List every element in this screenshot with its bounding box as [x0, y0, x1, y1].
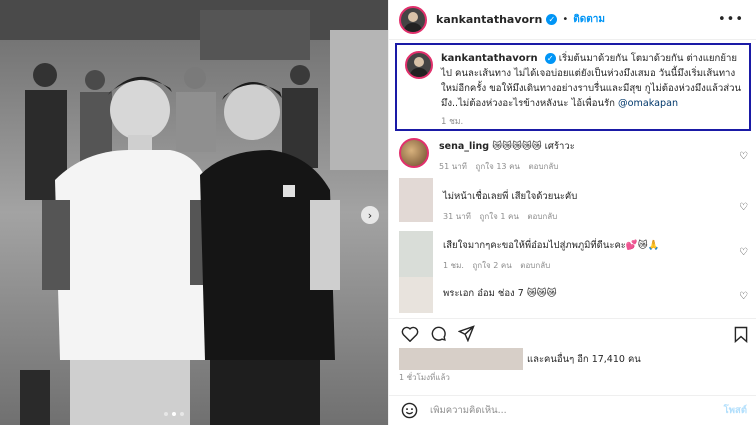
comment-username[interactable]: sena_ling	[439, 141, 489, 152]
follow-button[interactable]: ติดตาม	[573, 12, 605, 27]
comment-likes[interactable]: ถูกใจ 13 คน	[476, 162, 520, 171]
save-button[interactable]	[734, 326, 748, 343]
carousel-dot-active	[172, 412, 176, 416]
likes-summary[interactable]: และคนอื่นๆ อีก 17,410 คน	[399, 348, 641, 370]
post-detail-panel: kankantathavorn ✓ • ติดตาม ••• kankantat…	[388, 0, 756, 425]
comment-item: พระเอก อ๋อม ช่อง 7 😿😿😿 ♡	[389, 277, 756, 317]
comment-time[interactable]: 1 ชม.	[443, 261, 464, 270]
heart-icon[interactable]: ♡	[739, 151, 748, 162]
more-options-icon[interactable]: •••	[718, 12, 744, 27]
comment-list: sena_ling 😿😿😿😿😿 เศร้าวะ 51 นาที ถูกใจ 13…	[389, 138, 756, 317]
bookmark-icon	[734, 326, 748, 343]
post-comment-button[interactable]: โพสต์	[724, 403, 747, 418]
liker-avatars	[399, 348, 523, 370]
comment-likes[interactable]: ถูกใจ 1 คน	[480, 212, 519, 221]
post-photo[interactable]: ›	[0, 0, 388, 425]
heart-icon[interactable]: ♡	[739, 247, 748, 258]
comment-icon	[431, 326, 446, 341]
caption-timestamp[interactable]: 1 ชม.	[441, 115, 743, 130]
likes-count[interactable]: และคนอื่นๆ อีก 17,410 คน	[527, 352, 641, 367]
verified-badge-icon: ✓	[544, 52, 556, 64]
add-comment-bar: โพสต์	[389, 395, 756, 425]
post-caption: kankantathavorn ✓ เริ่มต้นมาด้วยกัน โตมา…	[395, 43, 751, 131]
comment-item: ไม่หน้าเชื่อเลยพี่ เสียใจด้วยนะคับ 31 นา…	[389, 178, 756, 231]
carousel-dot	[164, 412, 168, 416]
action-bar	[389, 318, 756, 348]
next-image-button[interactable]: ›	[361, 206, 379, 224]
comment-text: 😿😿😿😿😿 เศร้าวะ	[492, 141, 575, 152]
avatar[interactable]	[399, 277, 433, 313]
caption-username[interactable]: kankantathavorn	[441, 53, 538, 64]
comment-text: เสียใจมากๆคะขอให้พี่อ๋อมไปสู่ภพภูมิที่ดี…	[443, 240, 660, 251]
like-button[interactable]	[401, 326, 419, 342]
post-timestamp[interactable]: 1 ชั่วโมงที่แล้ว	[399, 371, 450, 384]
emoji-icon[interactable]	[401, 402, 418, 419]
carousel-indicator	[164, 412, 184, 416]
comment-item: เสียใจมากๆคะขอให้พี่อ๋อมไปสู่ภพภูมิที่ดี…	[389, 231, 756, 277]
comment-text: พระเอก อ๋อม ช่อง 7 😿😿😿	[443, 288, 557, 299]
share-icon	[458, 325, 475, 342]
reply-button[interactable]: ตอบกลับ	[520, 261, 550, 270]
comment-item: sena_ling 😿😿😿😿😿 เศร้าวะ 51 นาที ถูกใจ 13…	[389, 138, 756, 182]
heart-icon[interactable]: ♡	[739, 202, 748, 213]
comment-text: ไม่หน้าเชื่อเลยพี่ เสียใจด้วยนะคับ	[443, 191, 578, 202]
avatar[interactable]	[399, 138, 429, 168]
reply-button[interactable]: ตอบกลับ	[528, 162, 558, 171]
heart-icon	[401, 326, 419, 342]
post-header: kankantathavorn ✓ • ติดตาม •••	[389, 0, 756, 40]
avatar[interactable]	[399, 231, 433, 277]
heart-icon[interactable]: ♡	[739, 291, 748, 302]
post-image	[0, 0, 388, 425]
caption-mention-link[interactable]: @omakapan	[618, 98, 678, 109]
separator-dot: •	[562, 14, 569, 25]
comment-time[interactable]: 51 นาที	[439, 162, 467, 171]
comment-button[interactable]	[430, 325, 447, 342]
verified-badge-icon: ✓	[546, 14, 558, 25]
reply-button[interactable]: ตอบกลับ	[527, 212, 557, 221]
avatar[interactable]	[405, 51, 433, 79]
avatar[interactable]	[399, 178, 433, 222]
chevron-right-icon: ›	[367, 208, 373, 222]
comment-input[interactable]	[430, 405, 700, 416]
username-link[interactable]: kankantathavorn	[436, 13, 542, 26]
comment-likes[interactable]: ถูกใจ 2 คน	[472, 261, 511, 270]
comment-time[interactable]: 31 นาที	[443, 212, 471, 221]
share-button[interactable]	[458, 325, 475, 342]
avatar[interactable]	[399, 5, 427, 34]
carousel-dot	[180, 412, 184, 416]
